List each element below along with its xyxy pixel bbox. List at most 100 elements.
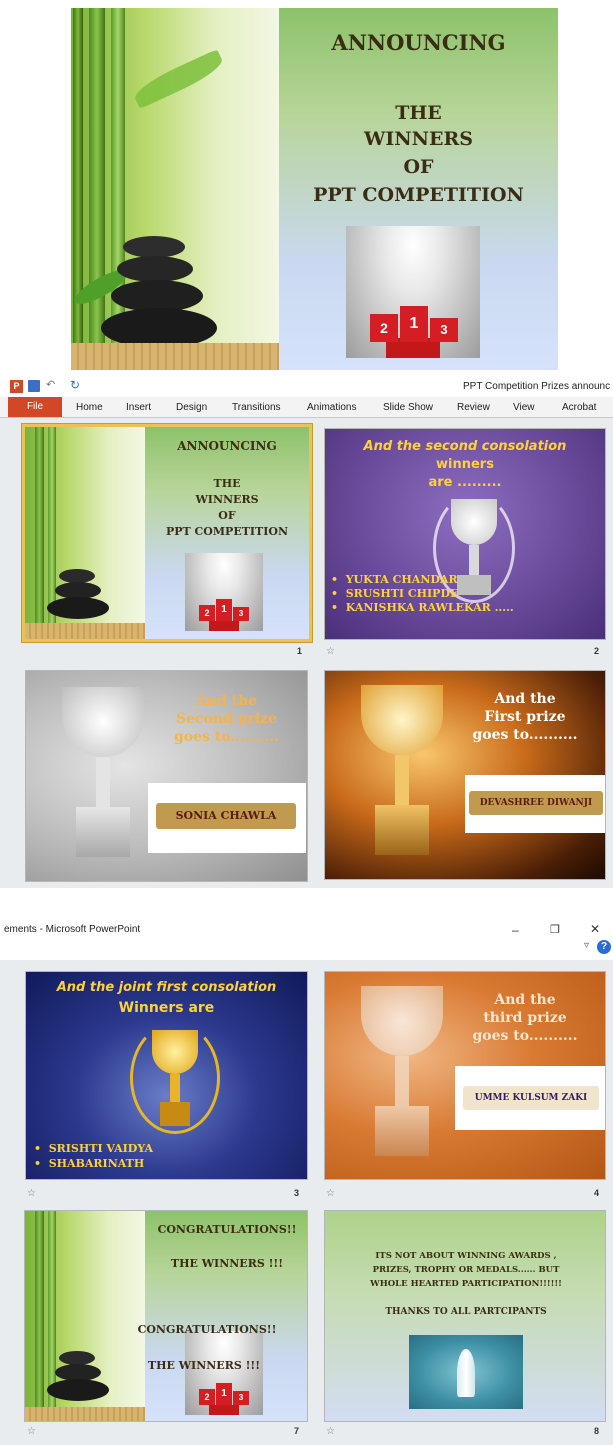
s6-line-1: And the bbox=[494, 992, 556, 1008]
podium-step-1: 1 bbox=[216, 599, 232, 621]
s2-winner-2-name: SRUSHTI CHIPDE bbox=[345, 587, 459, 600]
s8-line-3: WHOLE HEARTED PARTICIPATION!!!!!! bbox=[370, 1279, 562, 1289]
s2-title-line-3: are ......... bbox=[428, 475, 502, 490]
bamboo-stalk bbox=[35, 427, 44, 639]
podium-step-3: 3 bbox=[233, 607, 249, 621]
close-icon[interactable]: ✕ bbox=[590, 922, 600, 936]
zen-stone bbox=[59, 1351, 95, 1365]
restore-icon[interactable]: ❐ bbox=[550, 923, 560, 936]
transition-star-icon[interactable]: ☆ bbox=[27, 1188, 36, 1199]
laurel-wreath-icon bbox=[130, 1022, 220, 1134]
title-slide-preview: ANNOUNCING THE WINNERS OF PPT COMPETITIO… bbox=[71, 8, 558, 370]
slide-thumbnail-second-prize[interactable]: And the Second prize goes to.......... S… bbox=[25, 670, 308, 882]
podium-red-carpet bbox=[209, 1405, 239, 1415]
powerpoint-logo-icon: P bbox=[10, 380, 23, 393]
title-line-competition: PPT COMPETITION bbox=[313, 184, 524, 206]
zen-stone bbox=[59, 569, 95, 583]
bamboo-stalk bbox=[48, 1211, 56, 1411]
s5-line-2: Winners are bbox=[118, 1000, 215, 1016]
tab-review[interactable]: Review bbox=[457, 402, 490, 413]
tab-design[interactable]: Design bbox=[176, 402, 207, 413]
s2-winner-3-name: KANISHKA RAWLEKAR ..... bbox=[345, 601, 514, 614]
s8-line-1: ITS NOT ABOUT WINNING AWARDS , bbox=[375, 1251, 557, 1261]
s5-winner-2-name: SHABARINATH bbox=[48, 1157, 145, 1170]
silver-trophy-icon bbox=[347, 986, 457, 1166]
s4-line-1: And the bbox=[494, 691, 556, 707]
undo-icon[interactable]: ↶ bbox=[46, 378, 55, 391]
zen-stone bbox=[47, 1379, 109, 1401]
bamboo-mat bbox=[25, 623, 145, 639]
s6-line-3: goes to.......... bbox=[472, 1028, 578, 1044]
s2-winner-2: • SRUSHTI CHIPDE bbox=[331, 587, 459, 600]
transition-star-icon[interactable]: ☆ bbox=[326, 1188, 335, 1199]
star-banner: SONIA CHAWLA bbox=[156, 803, 296, 829]
s2-winner-3: • KANISHKA RAWLEKAR ..... bbox=[331, 601, 514, 614]
s3-line-3: goes to.......... bbox=[173, 729, 280, 745]
ribbon-collapse-icon[interactable]: ▿ bbox=[584, 940, 589, 951]
ribbon-tab-bar: File Home Insert Design Transitions Anim… bbox=[0, 397, 613, 418]
transition-star-icon[interactable]: ☆ bbox=[326, 646, 335, 657]
bamboo-stalk bbox=[73, 8, 83, 370]
star-banner: DEVASHREE DIWANJI bbox=[469, 791, 603, 815]
minimize-icon[interactable]: – bbox=[512, 923, 519, 937]
slide-sorter-pane-top: ANNOUNCING THE WINNERS OF PPT COMPETITIO… bbox=[0, 418, 613, 888]
window-title-left: ements - Microsoft PowerPoint bbox=[4, 924, 141, 935]
slide-thumbnail-3[interactable]: And the joint first consolation Winners … bbox=[25, 971, 308, 1180]
help-icon[interactable]: ? bbox=[597, 940, 611, 954]
tab-insert[interactable]: Insert bbox=[126, 402, 151, 413]
slide-number-4: 4 bbox=[594, 1188, 600, 1198]
bamboo-mat bbox=[71, 343, 279, 370]
s1-line-5: PPT COMPETITION bbox=[165, 525, 289, 538]
tab-slide-show[interactable]: Slide Show bbox=[383, 402, 433, 413]
tab-view[interactable]: View bbox=[513, 402, 535, 413]
s2-title-line-2: winners bbox=[436, 457, 494, 472]
title-line-winners: WINNERS bbox=[364, 128, 473, 150]
slide-thumbnail-7[interactable]: CONGRATULATIONS!! THE WINNERS !!! 2 1 3 … bbox=[24, 1210, 308, 1422]
zen-stone bbox=[123, 236, 185, 258]
title-line-the: THE bbox=[395, 102, 442, 124]
podium-step-1: 1 bbox=[400, 306, 428, 342]
s6-line-2: third prize bbox=[483, 1010, 567, 1026]
podium-image: 2 1 3 bbox=[185, 1331, 263, 1415]
tab-acrobat[interactable]: Acrobat bbox=[562, 402, 596, 413]
tab-animations[interactable]: Animations bbox=[307, 402, 356, 413]
s4-line-2: First prize bbox=[484, 709, 566, 725]
silver-trophy-icon bbox=[48, 687, 158, 867]
podium-step-3: 3 bbox=[430, 318, 458, 342]
s5-line-1: And the joint first consolation bbox=[56, 980, 277, 995]
tab-transitions[interactable]: Transitions bbox=[232, 402, 281, 413]
transition-star-icon[interactable]: ☆ bbox=[27, 1426, 36, 1437]
podium-red-carpet bbox=[209, 621, 239, 631]
title-line-of: OF bbox=[403, 156, 434, 178]
slide-thumbnail-1[interactable]: ANNOUNCING THE WINNERS OF PPT COMPETITIO… bbox=[22, 424, 312, 642]
zen-stone bbox=[117, 256, 193, 282]
s2-winner-1-name: YUKTA CHANDAR bbox=[345, 573, 458, 586]
s3-line-1: And the bbox=[195, 693, 258, 709]
winner-name-box: UMME KULSUM ZAKI bbox=[455, 1066, 605, 1130]
s7-line-3: CONGRATULATIONS!! bbox=[137, 1323, 277, 1336]
winner-name-box: DEVASHREE DIWANJI bbox=[465, 775, 605, 833]
s8-line-2: PRIZES, TROPHY OR MEDALS...... BUT bbox=[372, 1265, 560, 1275]
s7-line-4: THE WINNERS !!! bbox=[147, 1359, 261, 1372]
s8-line-4: THANKS TO ALL PARTCIPANTS bbox=[385, 1307, 547, 1317]
s4-line-3: goes to.......... bbox=[472, 727, 578, 743]
slide-thumbnail-8[interactable]: ITS NOT ABOUT WINNING AWARDS , PRIZES, T… bbox=[324, 1210, 606, 1422]
s1-line-3: WINNERS bbox=[195, 493, 259, 506]
slide-number-7: 7 bbox=[294, 1426, 300, 1436]
s2-title-line-1: And the second consolation bbox=[363, 439, 567, 454]
slide-thumbnail-4[interactable]: And the third prize goes to.......... UM… bbox=[324, 971, 606, 1180]
slide-number-3: 3 bbox=[294, 1188, 300, 1198]
star-banner: UMME KULSUM ZAKI bbox=[463, 1086, 599, 1110]
slide-number-1: 1 bbox=[297, 646, 303, 656]
tab-file[interactable]: File bbox=[8, 397, 62, 417]
slide-thumbnail-first-prize[interactable]: And the First prize goes to.......... DE… bbox=[324, 670, 606, 880]
tab-home[interactable]: Home bbox=[76, 402, 103, 413]
redo-icon[interactable]: ↻ bbox=[70, 378, 80, 392]
transition-star-icon[interactable]: ☆ bbox=[326, 1426, 335, 1437]
gold-trophy-icon bbox=[347, 685, 457, 865]
podium-image: 2 1 3 bbox=[185, 553, 263, 631]
podium-step-1: 1 bbox=[216, 1383, 232, 1405]
slide-thumbnail-2[interactable]: And the second consolation winners are .… bbox=[324, 428, 606, 640]
praying-hands-icon bbox=[457, 1349, 475, 1397]
save-icon[interactable] bbox=[28, 380, 40, 392]
